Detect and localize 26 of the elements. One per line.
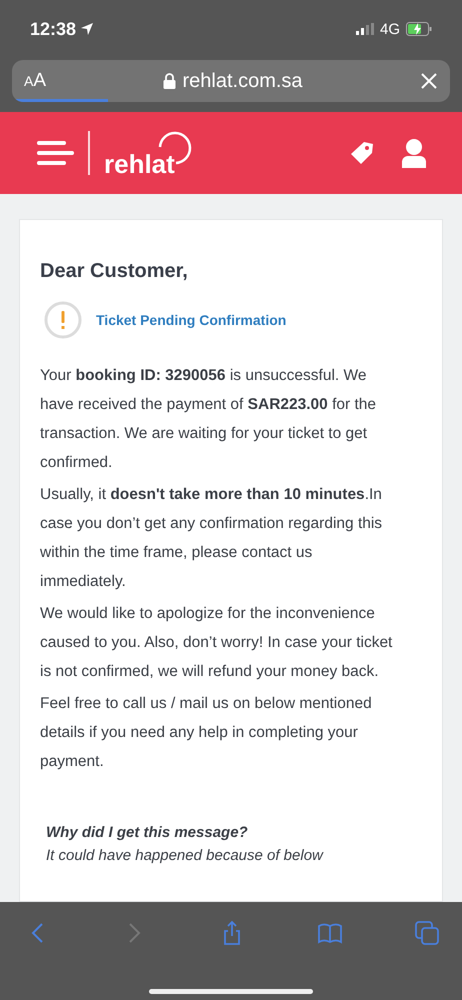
user-icon[interactable]	[402, 138, 426, 168]
site-logo[interactable]: rehlat	[104, 127, 191, 179]
clock-time: 12:38	[30, 18, 76, 40]
network-type: 4G	[380, 20, 400, 38]
warning-icon	[44, 301, 82, 339]
chevron-left-icon	[30, 922, 44, 944]
menu-icon[interactable]	[36, 140, 74, 166]
chevron-right-icon	[128, 922, 141, 944]
status-title: Ticket Pending Confirmation	[96, 312, 286, 328]
close-icon[interactable]	[420, 72, 438, 90]
greeting: Dear Customer,	[40, 260, 189, 283]
message-paragraph: We would like to apologize for the inconvenience caused to you. Also, don’t worry! In case your ticket is not confirmed, we will refund your money back.	[40, 604, 394, 682]
faq-answer: It could have happened because of below	[46, 847, 324, 864]
tag-icon[interactable]	[350, 141, 374, 165]
message-paragraph: Usually, it doesn't take more than 10 minutes.In case you don’t get any confirmation regarding this within the time frame, please contact us immediately.	[40, 485, 384, 592]
message-paragraph: Your booking ID: 3290056 is unsuccessful. We have received the payment of SAR223.00 for the transaction. We are waiting for your ticket to get confirmed.	[40, 366, 378, 473]
tabs-icon	[414, 920, 440, 946]
location-arrow-icon	[80, 22, 94, 36]
message-paragraph: Feel free to call us / mail us on below mentioned details if you need any help in completing your payment.	[40, 694, 373, 772]
url-text: rehlat.com.sa	[182, 70, 303, 92]
address-bar[interactable]: AA rehlat.com.sa	[12, 60, 450, 102]
faq-question: Why did I get this message?	[46, 824, 249, 841]
battery-icon	[406, 22, 432, 36]
text-size-button[interactable]: AA	[24, 70, 46, 92]
lock-icon	[163, 73, 176, 89]
signal-icon	[356, 23, 374, 35]
